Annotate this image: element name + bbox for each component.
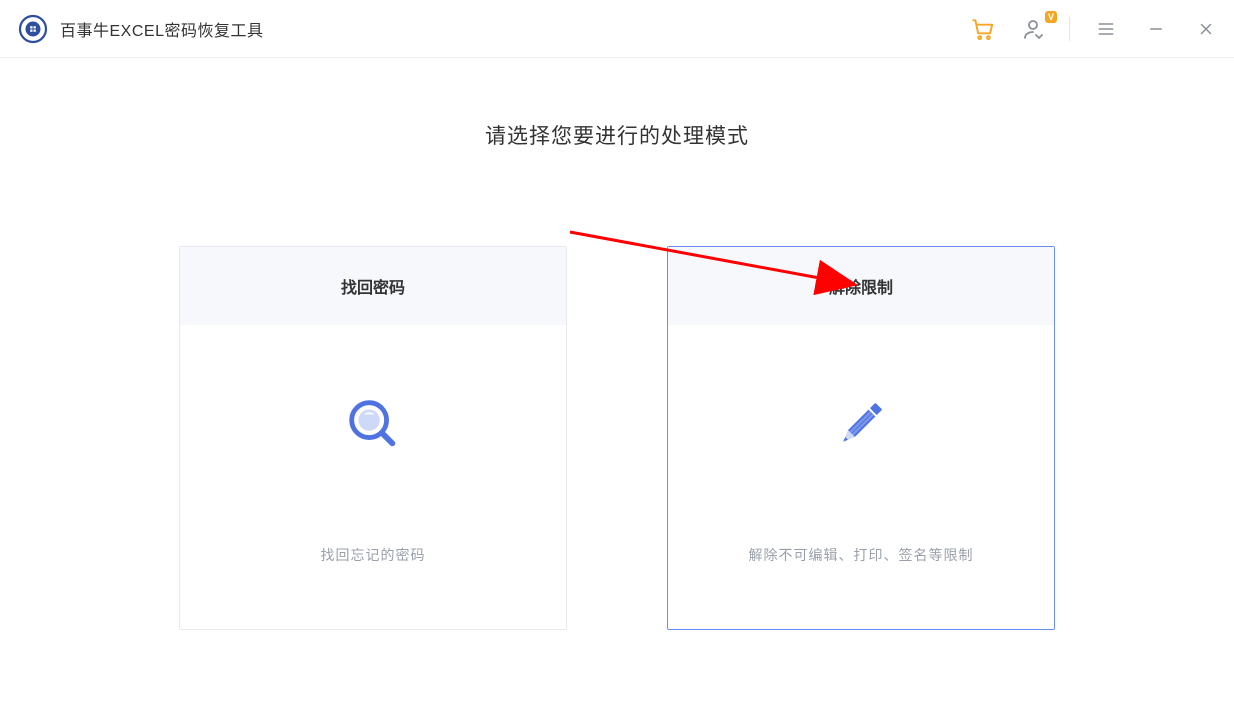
app-title: 百事牛EXCEL密码恢复工具 <box>60 17 263 41</box>
mode-card-remove-restriction[interactable]: 解除限制 解除不可编辑、打印、签名等限制 <box>667 246 1055 630</box>
pencil-icon <box>826 389 896 459</box>
minimize-icon[interactable] <box>1142 15 1170 43</box>
mode-card-recover-password[interactable]: 找回密码 找回忘记的密码 <box>179 246 567 630</box>
title-left: 百事牛EXCEL密码恢复工具 <box>18 14 263 44</box>
user-icon[interactable]: V <box>1019 15 1047 43</box>
card-body: 解除不可编辑、打印、签名等限制 <box>668 325 1054 629</box>
app-logo-icon <box>18 14 48 44</box>
card-description: 找回忘记的密码 <box>321 545 426 565</box>
close-icon[interactable] <box>1192 15 1220 43</box>
card-title: 找回密码 <box>180 247 566 325</box>
vip-badge: V <box>1045 11 1057 23</box>
card-title: 解除限制 <box>668 247 1054 325</box>
menu-icon[interactable] <box>1092 15 1120 43</box>
cart-icon[interactable] <box>969 15 997 43</box>
main-content: 请选择您要进行的处理模式 找回密码 找回忘记的密码 解除限制 <box>0 58 1234 630</box>
card-body: 找回忘记的密码 <box>180 325 566 629</box>
titlebar: 百事牛EXCEL密码恢复工具 V <box>0 0 1234 58</box>
search-icon <box>338 389 408 459</box>
title-right: V <box>969 15 1220 43</box>
page-heading: 请选择您要进行的处理模式 <box>0 120 1234 150</box>
divider <box>1069 17 1070 41</box>
mode-cards: 找回密码 找回忘记的密码 解除限制 <box>0 246 1234 630</box>
card-description: 解除不可编辑、打印、签名等限制 <box>749 545 974 565</box>
